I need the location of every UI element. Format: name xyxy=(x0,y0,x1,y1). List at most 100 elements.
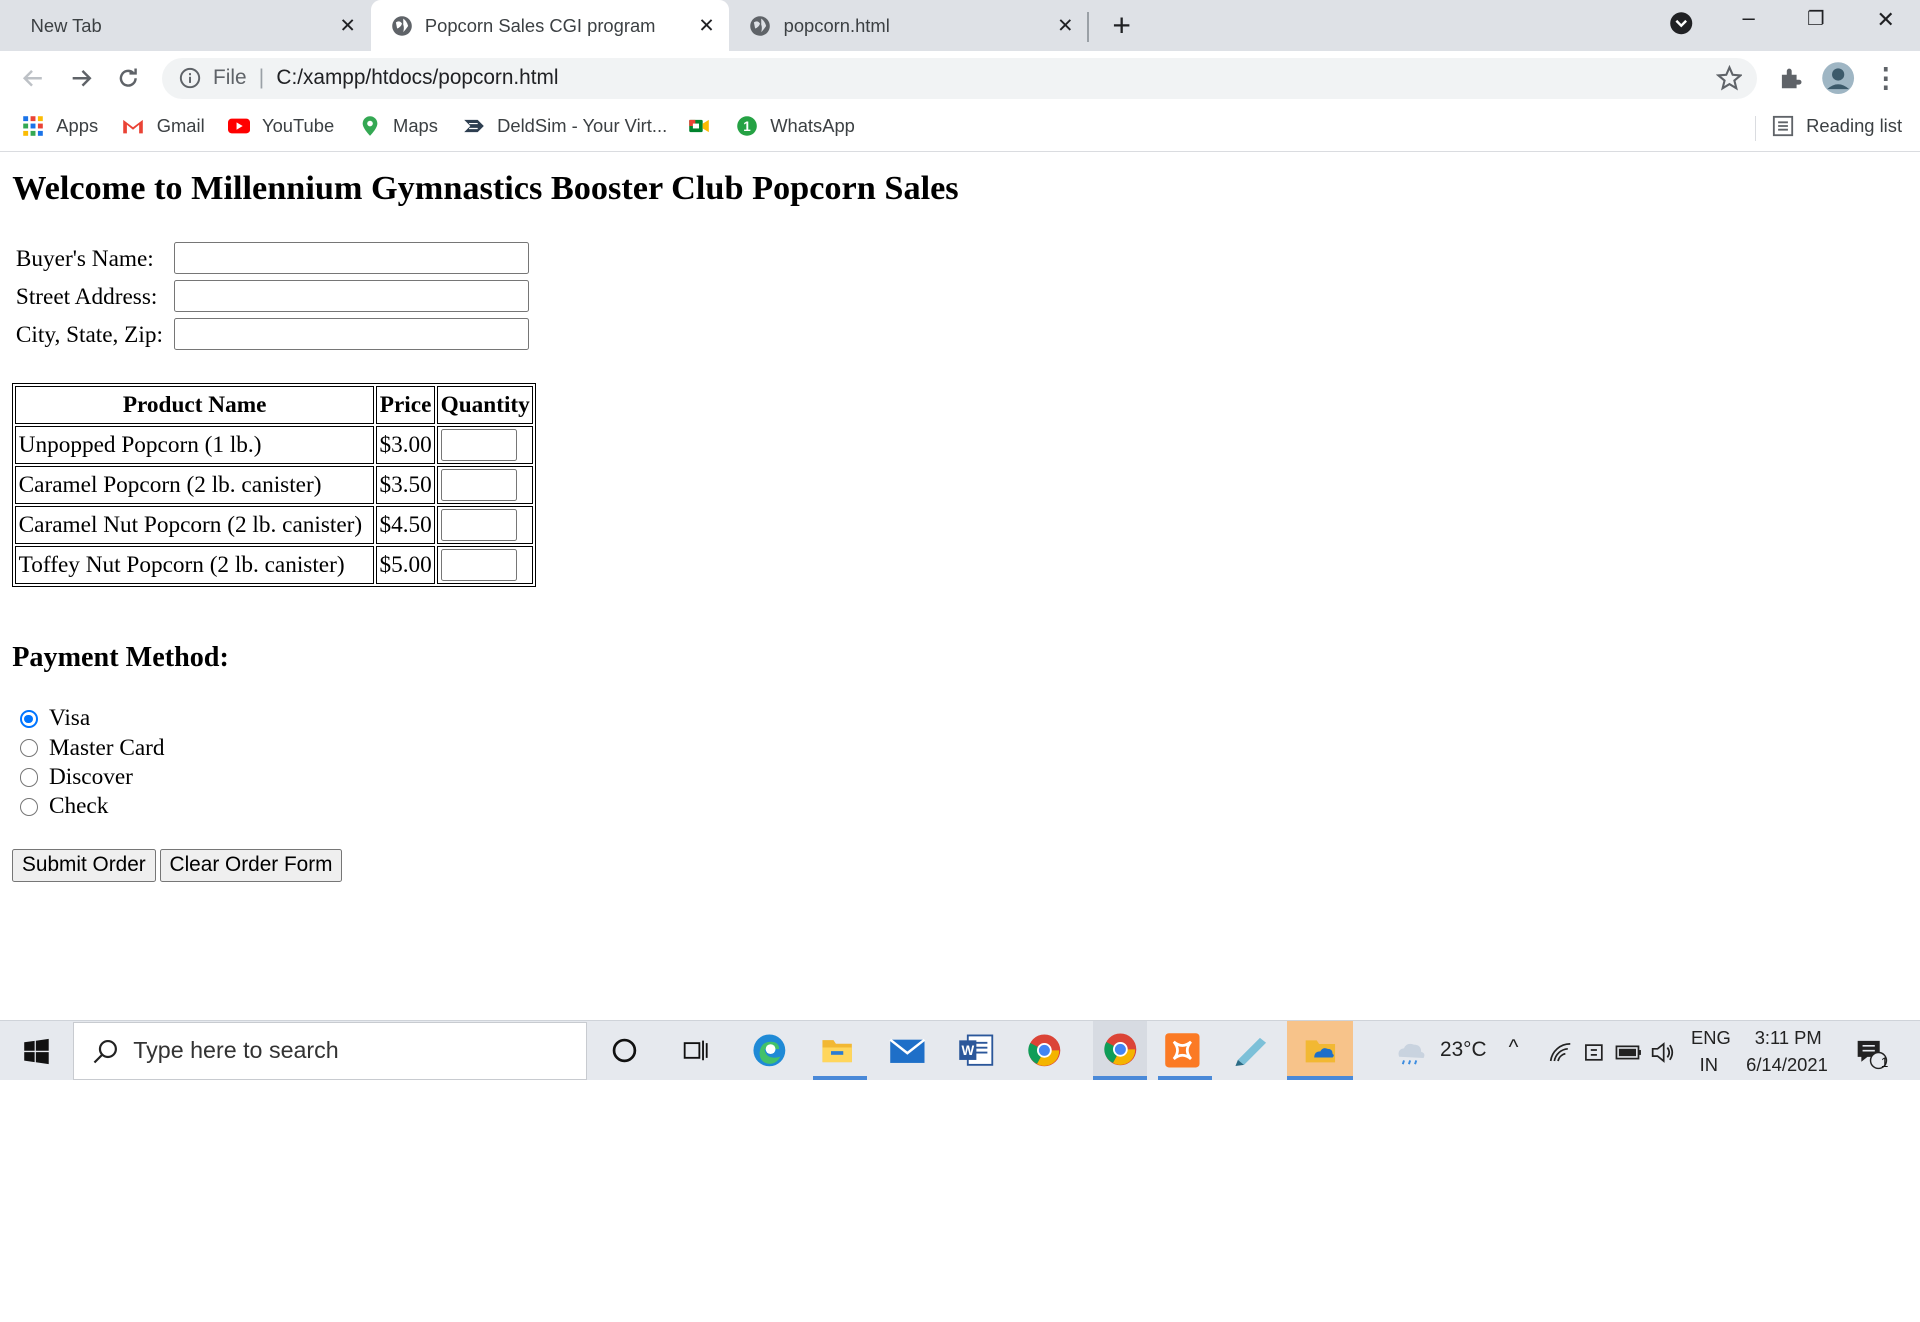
new-tab-icon[interactable]: + xyxy=(1103,7,1140,44)
chevron-up-icon[interactable]: ^ xyxy=(1509,1036,1519,1060)
reload-icon[interactable] xyxy=(111,61,145,95)
close-window-icon[interactable]: ✕ xyxy=(1867,7,1904,33)
radio-button[interactable] xyxy=(19,768,38,787)
bookmark-deldsim[interactable]: DeldSim - Your Virt... xyxy=(463,115,667,137)
close-icon[interactable]: ✕ xyxy=(336,14,360,38)
word-icon[interactable]: W xyxy=(956,1031,995,1070)
address-bar[interactable]: File | C:/xampp/htdocs/popcorn.html xyxy=(161,57,1758,100)
tab-search-icon[interactable] xyxy=(1663,11,1700,41)
restore-icon[interactable]: ❐ xyxy=(1798,7,1835,31)
tab-popcorn-html[interactable]: popcorn.html ✕ xyxy=(730,0,1088,51)
quantity-input[interactable] xyxy=(440,469,517,502)
weather-temperature[interactable]: 23°C xyxy=(1440,1038,1486,1062)
region-indicator[interactable]: IN xyxy=(1700,1054,1718,1076)
gmail-icon xyxy=(123,119,144,134)
tab-label: Popcorn Sales CGI program xyxy=(424,14,656,36)
clock-date[interactable]: 6/14/2021 xyxy=(1746,1054,1828,1076)
bookmark-divider xyxy=(1754,116,1756,141)
battery-icon[interactable] xyxy=(1609,1033,1648,1072)
quantity-input[interactable] xyxy=(440,549,517,581)
menu-kebab-icon[interactable]: ⋮ xyxy=(1869,61,1903,95)
reading-list-icon xyxy=(1772,115,1793,137)
product-name-cell: Unpopped Popcorn (1 lb.) xyxy=(15,426,374,465)
bookmark-label: WhatsApp xyxy=(770,115,855,137)
quantity-input[interactable] xyxy=(440,429,517,462)
table-header-row: Product Name Price Quantity xyxy=(15,386,534,425)
cortana-icon[interactable] xyxy=(605,1031,644,1070)
xampp-icon[interactable] xyxy=(1163,1031,1202,1070)
product-name-cell: Caramel Nut Popcorn (2 lb. canister) xyxy=(15,506,374,545)
street-address-input[interactable] xyxy=(173,280,529,313)
clock-time[interactable]: 3:11 PM xyxy=(1755,1027,1822,1049)
meet-now-icon[interactable] xyxy=(1575,1033,1614,1072)
volume-icon[interactable] xyxy=(1643,1033,1682,1072)
weather-icon[interactable] xyxy=(1391,1031,1430,1070)
payment-option-label: Master Card xyxy=(48,734,165,761)
column-header-product: Product Name xyxy=(15,386,374,425)
close-icon[interactable]: ✕ xyxy=(694,14,718,38)
clear-order-form-button[interactable]: Clear Order Form xyxy=(160,848,342,882)
bookmark-star-icon[interactable] xyxy=(1715,64,1743,92)
meet-icon xyxy=(689,119,709,133)
wifi-icon[interactable] xyxy=(1540,1033,1579,1072)
tab-popcorn-sales[interactable]: Popcorn Sales CGI program ✕ xyxy=(371,0,729,52)
forward-icon[interactable] xyxy=(64,61,98,95)
whatsapp-icon: 1 xyxy=(737,116,757,136)
payment-option-master-card[interactable]: Master Card xyxy=(19,734,165,762)
quantity-cell xyxy=(437,426,534,465)
bookmark-apps[interactable]: Apps xyxy=(22,115,98,137)
url-text[interactable]: C:/xampp/htdocs/popcorn.html xyxy=(276,66,558,90)
submit-order-button[interactable]: Submit Order xyxy=(12,848,156,882)
product-price-cell: $5.00 xyxy=(376,546,436,585)
chrome-active-icon[interactable] xyxy=(1093,1021,1148,1079)
buyer-name-row: Buyer's Name: xyxy=(16,246,154,273)
payment-option-discover[interactable]: Discover xyxy=(19,764,133,791)
payment-option-visa[interactable]: Visa xyxy=(19,705,91,732)
extensions-icon[interactable] xyxy=(1773,61,1807,95)
minimize-icon[interactable]: – xyxy=(1730,5,1767,31)
radio-button[interactable] xyxy=(19,739,38,758)
bookmark-gmail[interactable]: Gmail xyxy=(122,115,205,137)
onedrive-folder-icon[interactable] xyxy=(1286,1021,1354,1079)
language-indicator[interactable]: ENG xyxy=(1691,1027,1731,1049)
bookmark-label: Maps xyxy=(393,115,438,137)
profile-avatar-icon[interactable] xyxy=(1821,61,1855,95)
tab-strip: New Tab ✕ Popcorn Sales CGI program ✕ po… xyxy=(0,0,1920,52)
reading-list-button[interactable]: Reading list xyxy=(1772,115,1902,137)
mail-icon[interactable] xyxy=(888,1031,927,1070)
back-icon[interactable] xyxy=(16,61,50,95)
task-view-icon[interactable] xyxy=(676,1031,715,1070)
bookmark-youtube[interactable]: YouTube xyxy=(227,115,335,137)
info-icon[interactable] xyxy=(179,67,201,89)
quantity-cell xyxy=(437,506,534,545)
active-app-indicator xyxy=(1093,1076,1148,1080)
notification-center-icon[interactable]: 1 xyxy=(1851,1033,1890,1072)
notepad-icon[interactable] xyxy=(1232,1031,1271,1070)
quantity-input[interactable] xyxy=(440,509,517,541)
search-icon xyxy=(93,1039,117,1063)
search-placeholder: Type here to search xyxy=(133,1037,339,1064)
taskbar-search-box[interactable]: Type here to search xyxy=(73,1022,587,1080)
bookmark-meet[interactable] xyxy=(688,115,722,137)
windows-start-icon[interactable] xyxy=(17,1032,56,1071)
products-table: Product Name Price Quantity Unpopped Pop… xyxy=(12,383,537,588)
tab-new-tab[interactable]: New Tab ✕ xyxy=(0,0,367,51)
buyer-name-input[interactable] xyxy=(173,242,529,275)
quantity-cell xyxy=(437,546,534,585)
bookmark-label: YouTube xyxy=(262,115,335,137)
radio-button[interactable] xyxy=(19,797,38,817)
edge-browser-icon[interactable] xyxy=(749,1031,788,1070)
file-explorer-icon[interactable] xyxy=(818,1031,857,1070)
radio-button-checked[interactable] xyxy=(19,709,38,728)
payment-option-check[interactable]: Check xyxy=(19,793,108,820)
city-state-zip-input[interactable] xyxy=(173,318,529,351)
close-icon[interactable]: ✕ xyxy=(1053,14,1077,38)
table-row: Toffey Nut Popcorn (2 lb. canister) $5.0… xyxy=(15,546,534,585)
bookmark-maps[interactable]: Maps xyxy=(359,115,438,137)
chrome-icon[interactable] xyxy=(1025,1031,1064,1070)
bookmark-whatsapp[interactable]: 1 WhatsApp xyxy=(736,115,855,137)
address-divider: | xyxy=(258,66,265,90)
payment-option-label: Visa xyxy=(48,705,91,732)
svg-text:1: 1 xyxy=(743,119,751,134)
city-state-zip-label: City, State, Zip: xyxy=(15,322,163,349)
